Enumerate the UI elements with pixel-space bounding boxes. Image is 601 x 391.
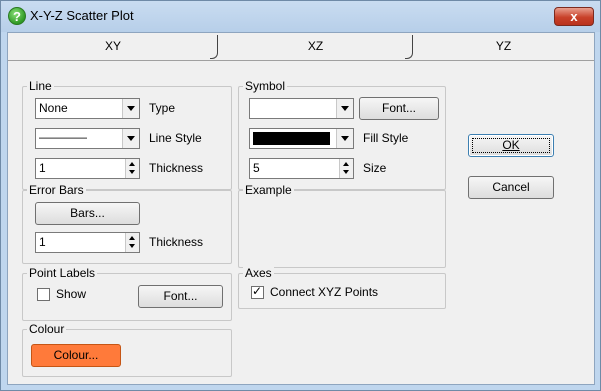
tab-xz[interactable]: XZ <box>218 33 413 61</box>
tab-strip: XY XZ YZ <box>8 33 594 61</box>
line-style-value: ———— <box>39 130 87 144</box>
tab-separator <box>210 35 218 59</box>
error-bars-group: Error Bars Bars... 1 Thickness <box>22 183 232 264</box>
bars-button[interactable]: Bars... <box>35 202 140 225</box>
cancel-button-label: Cancel <box>492 180 530 194</box>
symbol-select[interactable] <box>249 98 354 119</box>
connect-points-label: Connect XYZ Points <box>270 285 379 299</box>
axes-group-title: Axes <box>243 266 274 280</box>
connect-points-checkbox[interactable]: ✓ <box>251 284 264 299</box>
spin-arrows-icon[interactable] <box>125 159 139 178</box>
point-labels-group-title: Point Labels <box>27 266 98 280</box>
cancel-button[interactable]: Cancel <box>468 176 554 199</box>
error-bar-thickness-label: Thickness <box>149 235 204 249</box>
symbol-group-title: Symbol <box>243 79 288 93</box>
symbol-size-label: Size <box>363 161 387 175</box>
tab-xy[interactable]: XY <box>8 33 218 61</box>
line-type-value: None <box>39 101 68 115</box>
error-bar-thickness-stepper[interactable]: 1 <box>35 232 140 253</box>
axes-group: Axes ✓ Connect XYZ Points <box>238 266 446 309</box>
fill-style-swatch <box>253 132 330 145</box>
symbol-font-label: Font... <box>381 101 416 115</box>
colour-group: Colour Colour... <box>22 322 232 377</box>
focus-rect <box>472 138 550 153</box>
line-thickness-label: Thickness <box>149 161 204 175</box>
line-type-label: Type <box>149 101 176 115</box>
tab-yz[interactable]: YZ <box>413 33 594 61</box>
error-bars-group-title: Error Bars <box>27 183 86 197</box>
symbol-group: Symbol Font... Fill Style 5 Size <box>238 79 446 190</box>
colour-button-label: Colour... <box>53 348 99 362</box>
symbol-size-stepper[interactable]: 5 <box>249 158 354 179</box>
line-group: Line None Type ———— Line Style 1 Thickne… <box>22 79 232 190</box>
point-labels-font-button[interactable]: Font... <box>138 285 223 308</box>
line-style-label: Line Style <box>149 131 202 145</box>
dropdown-arrow-icon[interactable] <box>336 99 353 118</box>
show-labels-label: Show <box>56 287 87 301</box>
dropdown-arrow-icon[interactable] <box>122 129 139 148</box>
tab-separator <box>405 35 413 59</box>
dropdown-arrow-icon[interactable] <box>336 129 353 148</box>
window-title: X-Y-Z Scatter Plot <box>30 8 134 23</box>
show-labels-checkbox[interactable] <box>37 288 50 301</box>
symbol-font-button[interactable]: Font... <box>359 97 439 120</box>
checkmark-icon: ✓ <box>252 284 263 298</box>
line-thickness-stepper[interactable]: 1 <box>35 158 140 179</box>
line-group-title: Line <box>27 79 54 93</box>
fill-style-label: Fill Style <box>363 131 409 145</box>
line-thickness-value: 1 <box>39 161 46 175</box>
point-labels-group: Point Labels Show Font... <box>22 266 232 321</box>
line-type-select[interactable]: None <box>35 98 140 119</box>
bars-button-label: Bars... <box>70 206 105 220</box>
ok-button[interactable]: OK <box>468 134 554 157</box>
symbol-size-value: 5 <box>253 161 260 175</box>
example-group: Example <box>238 183 446 268</box>
help-icon: ? <box>8 7 26 25</box>
colour-button[interactable]: Colour... <box>31 344 121 367</box>
title-bar: ? X-Y-Z Scatter Plot x <box>1 1 600 32</box>
error-bar-thickness-value: 1 <box>39 235 46 249</box>
dropdown-arrow-icon[interactable] <box>122 99 139 118</box>
point-labels-font-label: Font... <box>163 289 198 303</box>
colour-group-title: Colour <box>27 322 67 336</box>
dialog-client-area: XY XZ YZ Line None Type ———— Line Style … <box>7 32 595 385</box>
spin-arrows-icon[interactable] <box>125 233 139 252</box>
spin-arrows-icon[interactable] <box>339 159 353 178</box>
line-style-select[interactable]: ———— <box>35 128 140 149</box>
example-group-title: Example <box>243 183 294 197</box>
fill-style-select[interactable] <box>249 128 354 149</box>
scatter-plot-dialog: ? X-Y-Z Scatter Plot x XY XZ YZ Line Non… <box>0 0 601 391</box>
close-button[interactable]: x <box>554 7 594 26</box>
